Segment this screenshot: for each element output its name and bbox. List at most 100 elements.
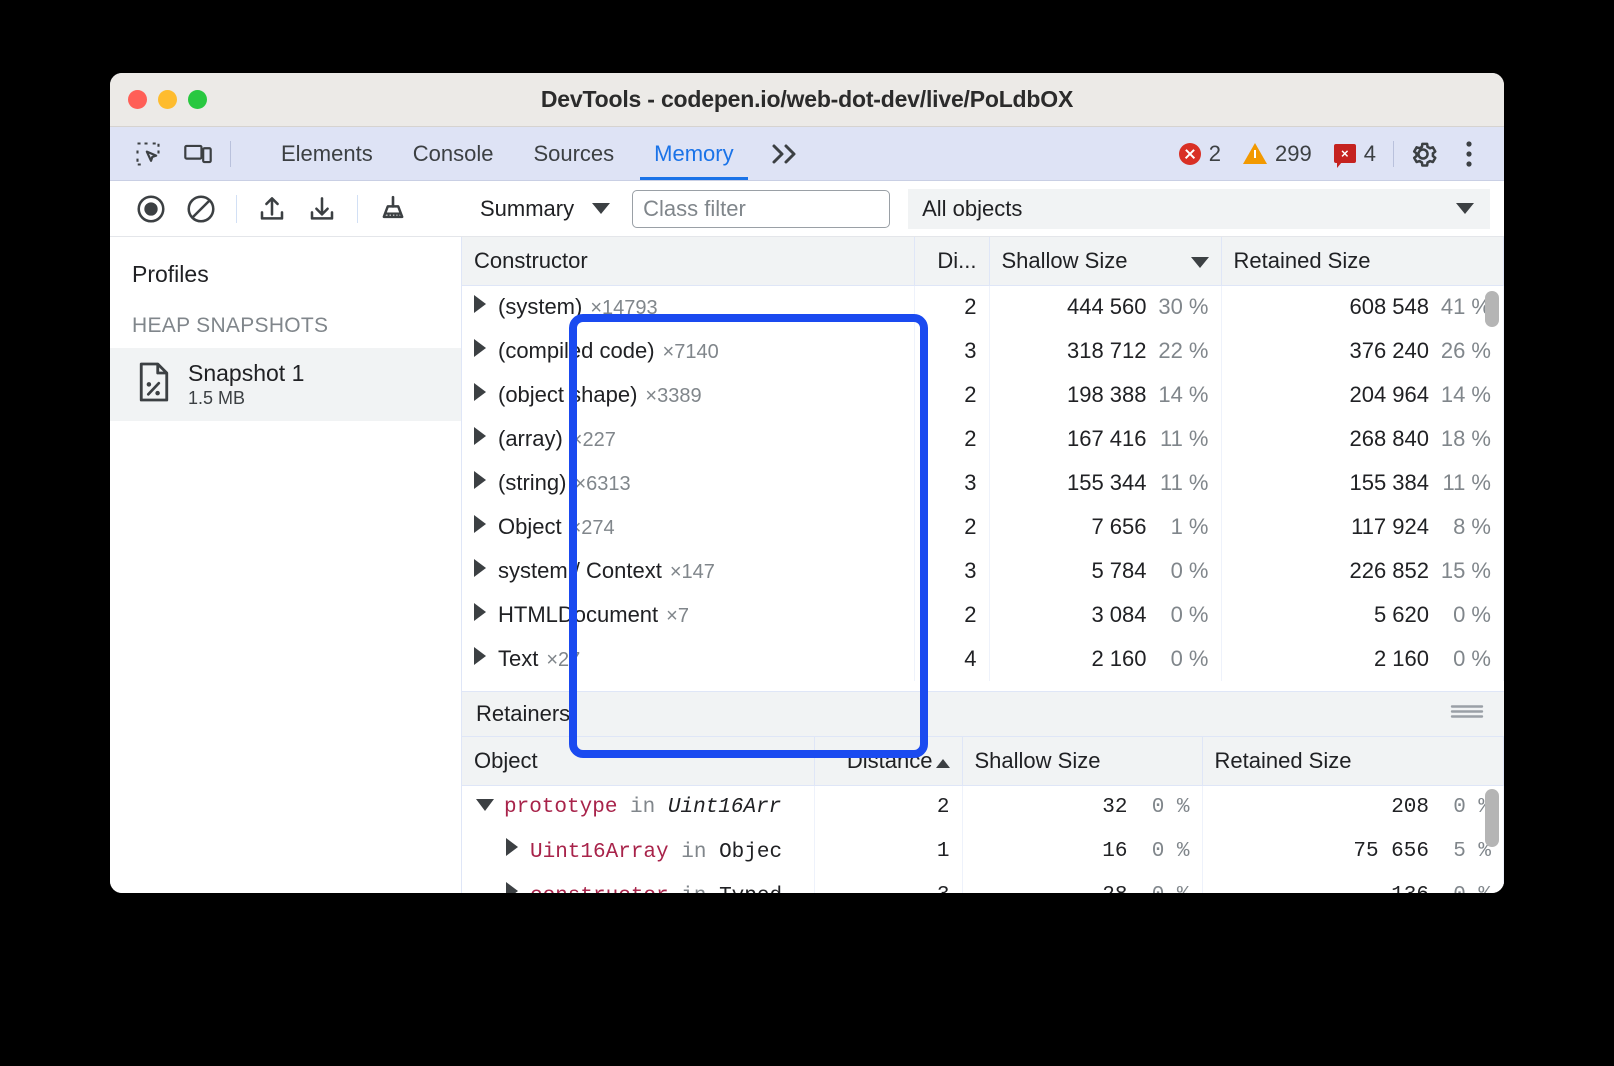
clear-all-profiles-button[interactable] [178,187,224,231]
inspect-element-icon[interactable] [126,134,170,174]
tab-elements[interactable]: Elements [261,127,393,180]
shallow-size-percent: 11 % [1147,426,1209,452]
retained-size-percent: 26 % [1429,338,1491,364]
tab-console[interactable]: Console [393,127,514,180]
table-row[interactable]: constructor in Typed3280 %1360 % [462,873,1504,893]
expand-triangle-icon[interactable] [474,295,486,313]
cell-distance: 4 [914,637,989,681]
table-row[interactable]: Object×27427 6561 %117 9248 % [462,505,1504,549]
expand-triangle-icon[interactable] [474,427,486,445]
cell-shallow-size: 198 38814 % [989,373,1221,417]
cell-distance: 3 [914,461,989,505]
save-profile-button[interactable] [299,187,345,231]
cell-shallow-size: 7 6561 % [989,505,1221,549]
table-row[interactable]: Uint16Array in Objec1160 %75 6565 % [462,829,1504,873]
table-row[interactable]: (system)×147932444 56030 %608 54841 % [462,285,1504,329]
cell-constructor[interactable]: system / Context×147 [462,549,914,593]
chevron-down-icon [1456,203,1474,214]
retained-size-percent: 8 % [1429,514,1491,540]
status-divider [1393,141,1394,167]
cell-constructor[interactable]: Object×274 [462,505,914,549]
column-header-constructor[interactable]: Constructor [462,237,914,285]
table-row[interactable]: prototype in Uint16Arr2320 %2080 % [462,785,1504,829]
class-filter-input[interactable] [632,190,890,228]
expand-triangle-icon[interactable] [474,603,486,621]
expand-triangle-icon[interactable] [474,471,486,489]
tab-sources[interactable]: Sources [513,127,634,180]
table-row[interactable]: system / Context×14735 7840 %226 85215 % [462,549,1504,593]
column-header-distance[interactable]: Di... [914,237,989,285]
expand-triangle-icon[interactable] [474,339,486,357]
constructor-count: ×27 [546,649,580,671]
error-count-label: 2 [1209,141,1221,167]
column-header-object[interactable]: Object [462,737,814,785]
panel-tabs: Elements Console Sources Memory [245,127,816,180]
sort-ascending-icon [936,759,950,768]
column-header-retainer-retained-size[interactable]: Retained Size [1202,737,1504,785]
table-row[interactable]: (array)×2272167 41611 %268 84018 % [462,417,1504,461]
table-row[interactable]: (object shape)×33892198 38814 %204 96414… [462,373,1504,417]
cell-constructor[interactable]: (object shape)×3389 [462,373,914,417]
table-row[interactable]: HTMLDocument×723 0840 %5 6200 % [462,593,1504,637]
shallow-size-value: 7 656 [1091,514,1146,539]
retainers-title: Retainers [476,701,570,727]
record-heap-snapshot-button[interactable] [128,187,174,231]
retainer-context: Uint16Arr [668,796,781,819]
expand-triangle-icon[interactable] [474,559,486,577]
cell-constructor[interactable]: HTMLDocument×7 [462,593,914,637]
cell-retained-size: 117 9248 % [1221,505,1504,549]
more-tabs-icon[interactable] [754,127,816,180]
shallow-size-percent: 0 % [1147,646,1209,672]
sidebar-item-snapshot-1[interactable]: Snapshot 1 1.5 MB [110,348,461,421]
collect-garbage-button[interactable] [370,187,416,231]
snapshot-size: 1.5 MB [188,388,304,409]
cell-constructor[interactable]: (string)×6313 [462,461,914,505]
retained-size-percent: 11 % [1429,470,1491,496]
expand-triangle-icon[interactable] [476,799,494,811]
issue-icon: × [1334,144,1356,163]
constructor-count: ×14793 [590,297,657,319]
device-toolbar-icon[interactable] [176,134,220,174]
cell-constructor[interactable]: (compiled code)×7140 [462,329,914,373]
retainers-drag-handle-icon[interactable] [1450,703,1484,726]
shallow-size-percent: 22 % [1147,338,1209,364]
retained-size-value: 5 620 [1374,602,1429,627]
cell-object[interactable]: prototype in Uint16Arr [462,785,814,829]
cell-distance: 2 [914,417,989,461]
issues-count-badge[interactable]: × 4 [1325,141,1385,167]
cell-retained-size: 376 24026 % [1221,329,1504,373]
cell-constructor[interactable]: (array)×227 [462,417,914,461]
table-row[interactable]: (string)×63133155 34411 %155 38411 % [462,461,1504,505]
constructor-count: ×7140 [663,341,719,363]
cell-retained-size: 5 6200 % [1221,593,1504,637]
view-type-select[interactable]: Summary [480,196,610,222]
more-options-kebab-icon[interactable] [1448,133,1490,175]
retainers-grid-scrollbar[interactable] [1485,789,1499,847]
expand-triangle-icon[interactable] [474,383,486,401]
column-header-retainer-distance[interactable]: Distance [814,737,962,785]
cell-object[interactable]: Uint16Array in Objec [462,829,814,873]
column-header-shallow-size[interactable]: Shallow Size [989,237,1221,285]
cell-constructor[interactable]: (system)×14793 [462,285,914,329]
settings-gear-icon[interactable] [1402,133,1444,175]
constructor-name: (array) [498,426,563,451]
table-row[interactable]: Text×2742 1600 %2 1600 % [462,637,1504,681]
table-row[interactable]: (compiled code)×71403318 71222 %376 2402… [462,329,1504,373]
cell-object[interactable]: constructor in Typed [462,873,814,893]
retainers-table: Object Distance Shallow Size Retained Si… [462,737,1504,893]
cell-constructor[interactable]: Text×27 [462,637,914,681]
issue-icon-glyph: × [1334,144,1356,163]
objects-scope-select[interactable]: All objects [908,189,1490,229]
error-count-badge[interactable]: 2 [1170,141,1230,167]
column-header-retained-size[interactable]: Retained Size [1221,237,1504,285]
expand-triangle-icon[interactable] [506,838,518,856]
load-profile-button[interactable] [249,187,295,231]
expand-triangle-icon[interactable] [506,882,518,893]
column-header-retainer-shallow-size[interactable]: Shallow Size [962,737,1202,785]
tab-memory[interactable]: Memory [634,127,753,180]
expand-triangle-icon[interactable] [474,515,486,533]
constructor-grid-scrollbar[interactable] [1485,291,1499,327]
constructor-table-header: Constructor Di... Shallow Size Retained … [462,237,1504,285]
warning-count-badge[interactable]: 299 [1234,141,1321,167]
expand-triangle-icon[interactable] [474,647,486,665]
